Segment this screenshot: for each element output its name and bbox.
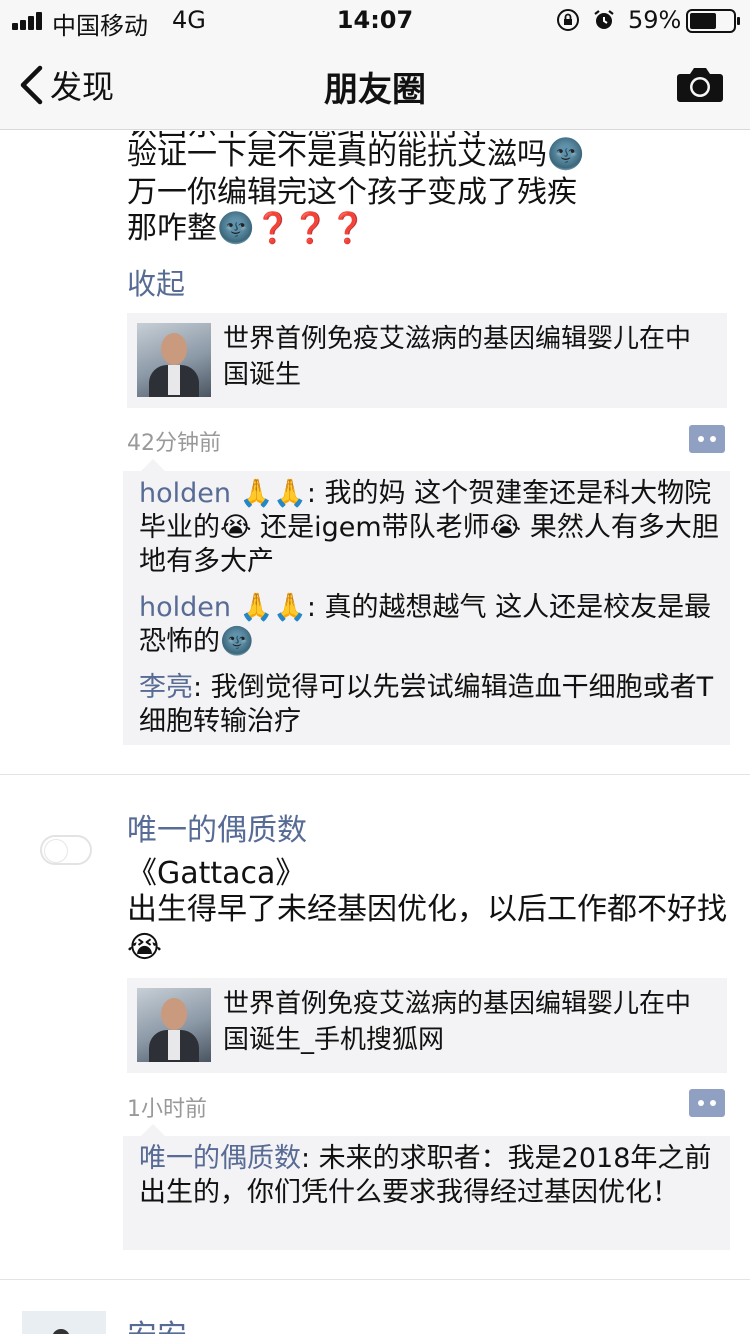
avatar[interactable] (22, 1311, 106, 1334)
orientation-lock-icon (557, 9, 579, 31)
nav-bar: 发现 朋友圈 (0, 40, 750, 130)
moments-feed[interactable]: 认国东不人是想给他然们等 验证一下是不是真的能抗艾滋吗🌚 万一你编辑完这个孩子变… (0, 131, 750, 1334)
shared-link-card[interactable]: 世界首例免疫艾滋病的基因编辑婴儿在中国诞生_手机搜狐网 (127, 978, 727, 1073)
page-title: 朋友圈 (324, 70, 426, 110)
comment-text: : 我倒觉得可以先尝试编辑造血干细胞或者T细胞转输治疗 (139, 672, 714, 737)
post-author[interactable]: 安安 (127, 1311, 187, 1334)
avatar[interactable] (40, 835, 92, 865)
comment-author[interactable]: holden 🙏🙏 (139, 592, 307, 623)
post-text-line: 《Gattaca》 (127, 856, 306, 891)
post-divider (0, 1279, 750, 1280)
camera-icon[interactable] (676, 64, 724, 104)
comment-options-icon[interactable] (689, 1089, 725, 1117)
comment-author[interactable]: 唯一的偶质数 (139, 1143, 301, 1174)
post-time: 1小时前 (127, 1097, 207, 1122)
post-text-line: 出生得早了未经基因优化，以后工作都不好找😭 (127, 892, 727, 965)
post-divider (0, 774, 750, 775)
battery-percent: 59% (628, 6, 682, 34)
comment-list: 唯一的偶质数: 未来的求职者：我是2018年之前出生的，你们凭什么要求我得经过基… (123, 1124, 730, 1250)
comment-author[interactable]: holden 🙏🙏 (139, 478, 307, 509)
collapse-link[interactable]: 收起 (127, 261, 185, 303)
link-thumbnail (137, 323, 211, 397)
post-author[interactable]: 唯一的偶质数 (127, 805, 307, 849)
comment-item[interactable]: 李亮: 我倒觉得可以先尝试编辑造血干细胞或者T细胞转输治疗 (139, 671, 724, 739)
post-text-line: 验证一下是不是真的能抗艾滋吗🌚 (127, 137, 585, 172)
comment-item[interactable]: holden 🙏🙏: 真的越想越气 这人还是校友是最恐怖的🌚 (139, 591, 724, 659)
comment-author[interactable]: 李亮 (139, 672, 193, 703)
post-time: 42分钟前 (127, 431, 221, 456)
comment-item[interactable]: holden 🙏🙏: 我的妈 这个贺建奎还是科大物院毕业的😭 还是igem带队老… (139, 477, 724, 579)
comment-options-icon[interactable] (689, 425, 725, 453)
link-thumbnail (137, 988, 211, 1062)
comment-item[interactable]: 唯一的偶质数: 未来的求职者：我是2018年之前出生的，你们凭什么要求我得经过基… (139, 1142, 724, 1210)
link-title: 世界首例免疫艾滋病的基因编辑婴儿在中国诞生 (223, 324, 692, 390)
comment-list: holden 🙏🙏: 我的妈 这个贺建奎还是科大物院毕业的😭 还是igem带队老… (123, 459, 730, 745)
status-bar: 中国移动 4G 14:07 59% (0, 0, 750, 40)
post-text-line: 那咋整🌚❓❓❓ (127, 211, 367, 246)
battery-icon (686, 9, 740, 33)
post-text-line: 万一你编辑完这个孩子变成了残疾 (127, 175, 577, 210)
link-title: 世界首例免疫艾滋病的基因编辑婴儿在中国诞生_手机搜狐网 (223, 989, 692, 1055)
alarm-icon (594, 10, 614, 29)
shared-link-card[interactable]: 世界首例免疫艾滋病的基因编辑婴儿在中国诞生 (127, 313, 727, 408)
